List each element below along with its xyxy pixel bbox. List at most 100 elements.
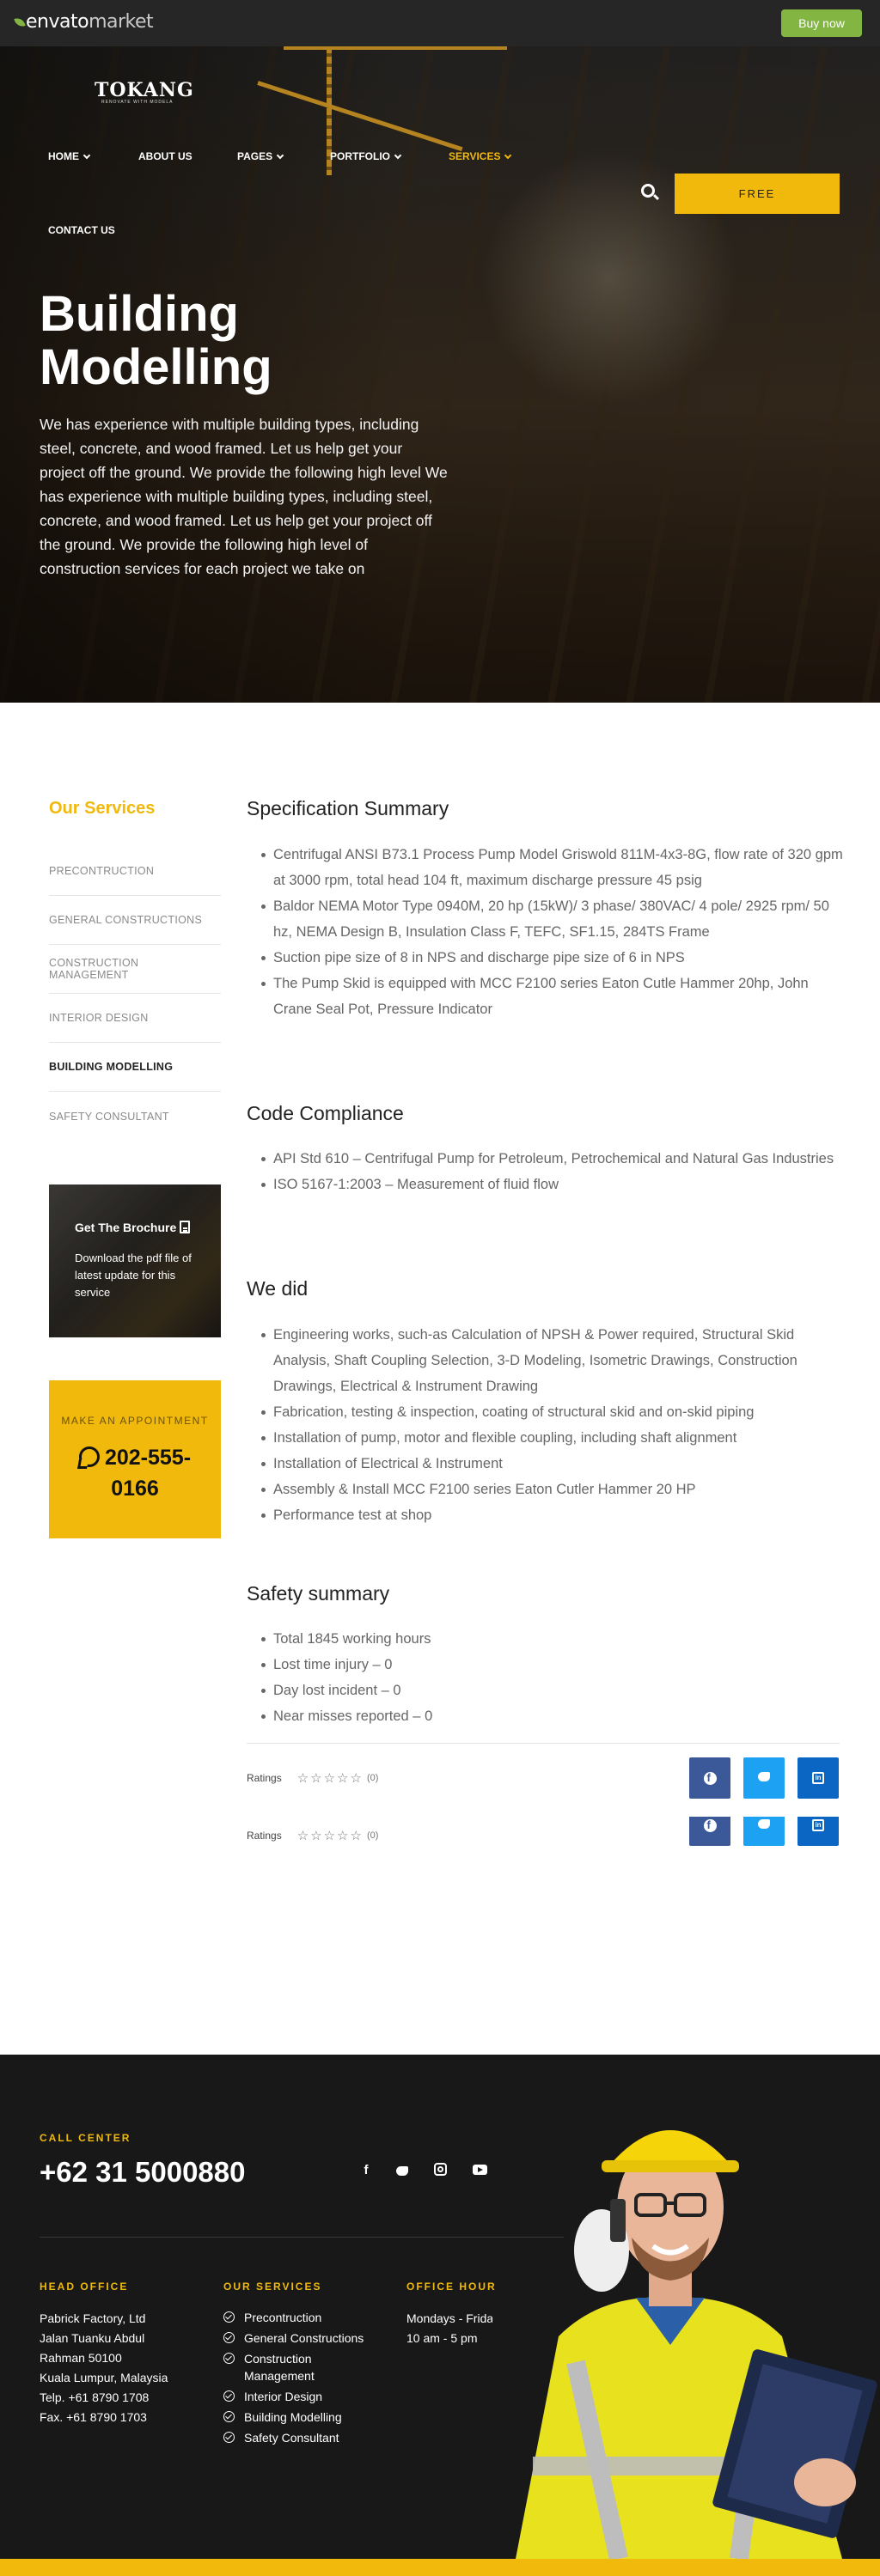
- list-item: Assembly & Install MCC F2100 series Eato…: [261, 1477, 845, 1502]
- footer-divider: [40, 2237, 564, 2238]
- share-facebook-button[interactable]: [689, 1817, 730, 1846]
- facebook-social-icon[interactable]: f: [358, 2163, 375, 2177]
- list-item: Installation of pump, motor and flexible…: [261, 1425, 845, 1451]
- list-item: Baldor NEMA Motor Type 0940M, 20 hp (15k…: [261, 893, 845, 945]
- linkedin-icon: in: [812, 1819, 824, 1832]
- share-twitter-button[interactable]: [743, 1817, 785, 1846]
- ratings-label: Ratings: [247, 1830, 282, 1842]
- footer-service-item[interactable]: Precontruction: [223, 2309, 370, 2326]
- call-center-number[interactable]: +62 31 5000880: [40, 2156, 246, 2189]
- address-line: Rahman 50100: [40, 2351, 122, 2365]
- envato-logo-text: envato: [26, 11, 89, 33]
- envato-logo[interactable]: envatomarket: [14, 11, 154, 33]
- ratings-label: Ratings: [247, 1772, 282, 1784]
- rating-count: (0): [366, 1773, 379, 1783]
- safety-summary-list: Total 1845 working hours Lost time injur…: [261, 1626, 845, 1729]
- footer-accent-strip: [0, 2559, 880, 2576]
- envato-logo-market: market: [89, 11, 154, 33]
- rating-stars[interactable]: ☆☆☆☆☆: [297, 1770, 364, 1786]
- crane-arm-graphic: [257, 81, 463, 152]
- footer-service-item[interactable]: Interior Design: [223, 2388, 370, 2405]
- document-icon: [180, 1221, 190, 1233]
- envato-bar: envatomarket Buy now: [0, 0, 880, 46]
- list-item: Fabrication, testing & inspection, coati…: [261, 1399, 845, 1425]
- address-line: Pabrick Factory, Ltd: [40, 2311, 146, 2325]
- brochure-card[interactable]: Get The Brochure Download the pdf file o…: [49, 1184, 221, 1337]
- list-item: Total 1845 working hours: [261, 1626, 845, 1652]
- share-linkedin-button[interactable]: in: [798, 1757, 839, 1799]
- office-hour-days: Mondays - Friday: [406, 2311, 492, 2325]
- sidebar-item-construction-management[interactable]: CONSTRUCTION MANAGEMENT: [49, 945, 221, 994]
- nav-item-contact-us[interactable]: CONTACT US: [48, 224, 115, 236]
- hero-description: We has experience with multiple building…: [40, 416, 448, 577]
- content-divider: [247, 1743, 840, 1744]
- sidebar-item-precontruction[interactable]: PRECONTRUCTION: [49, 847, 221, 896]
- sidebar-item-general-constructions[interactable]: GENERAL CONSTRUCTIONS: [49, 896, 221, 945]
- ratings-row-duplicate: Ratings ☆☆☆☆☆ (0): [247, 1827, 504, 1844]
- share-buttons-clipped: in: [670, 1817, 868, 1855]
- sidebar-item-building-modelling[interactable]: BUILDING MODELLING: [49, 1043, 221, 1092]
- appointment-card: MAKE AN APPOINTMENT 202-555-0166: [49, 1380, 221, 1538]
- chevron-down-icon: [504, 151, 512, 160]
- chevron-down-icon: [82, 151, 91, 160]
- share-twitter-button[interactable]: [743, 1757, 785, 1799]
- check-circle-icon: [223, 2311, 235, 2323]
- envato-leaf-icon: [14, 15, 26, 29]
- check-circle-icon: [223, 2332, 235, 2343]
- search-icon[interactable]: [641, 184, 655, 198]
- worker-illustration: [481, 2079, 880, 2559]
- share-linkedin-button[interactable]: in: [798, 1817, 839, 1846]
- office-hour-time: 10 am - 5 pm: [406, 2331, 478, 2345]
- nav-item-services[interactable]: SERVICES: [449, 150, 512, 162]
- chevron-down-icon: [276, 151, 284, 160]
- address-line: Kuala Lumpur, Malaysia: [40, 2371, 168, 2384]
- youtube-social-icon[interactable]: [473, 2165, 487, 2175]
- buy-now-button[interactable]: Buy now: [781, 9, 862, 37]
- rating-stars[interactable]: ☆☆☆☆☆: [297, 1828, 364, 1843]
- sidebar-service-list: PRECONTRUCTION GENERAL CONSTRUCTIONS CON…: [49, 847, 221, 1141]
- nav-item-about-us[interactable]: ABOUT US: [138, 150, 192, 162]
- footer-service-item[interactable]: General Constructions: [223, 2329, 370, 2347]
- check-circle-icon: [223, 2411, 235, 2422]
- site-logo[interactable]: TOKANG: [95, 79, 194, 101]
- code-compliance-list: API Std 610 – Centrifugal Pump for Petro…: [261, 1146, 845, 1197]
- nav-item-portfolio[interactable]: PORTFOLIO: [330, 150, 402, 162]
- list-item: Installation of Electrical & Instrument: [261, 1451, 845, 1477]
- section-heading-specification: Specification Summary: [247, 797, 449, 819]
- twitter-icon: [758, 1819, 770, 1829]
- instagram-social-icon[interactable]: [434, 2163, 447, 2176]
- check-circle-icon: [223, 2432, 235, 2443]
- appointment-phone[interactable]: 202-555-0166: [66, 1442, 204, 1504]
- list-item: The Pump Skid is equipped with MCC F2100…: [261, 971, 845, 1022]
- nav-item-home[interactable]: HOME: [48, 150, 91, 162]
- worker-image: [516, 2130, 877, 2559]
- list-item: Day lost incident – 0: [261, 1678, 845, 1703]
- footer-services-list: Precontruction General Constructions Con…: [223, 2309, 370, 2450]
- appointment-phone-number: 202-555-0166: [104, 1446, 192, 1501]
- sidebar-item-safety-consultant[interactable]: SAFETY CONSULTANT: [49, 1092, 221, 1141]
- sidebar-item-interior-design[interactable]: INTERIOR DESIGN: [49, 994, 221, 1043]
- section-heading-we-did: We did: [247, 1277, 309, 1300]
- whatsapp-icon: [78, 1446, 100, 1467]
- linkedin-icon: in: [812, 1772, 824, 1785]
- site-tagline: RENOVATE WITH MODELA: [101, 100, 174, 105]
- crane-beam-graphic: [284, 46, 507, 50]
- list-item: ISO 5167-1:2003 – Measurement of fluid f…: [261, 1172, 845, 1197]
- footer-service-item[interactable]: Safety Consultant: [223, 2429, 370, 2446]
- footer-service-item[interactable]: Building Modelling: [223, 2409, 370, 2426]
- brochure-title: Get The Brochure: [75, 1221, 177, 1234]
- brochure-text: Download the pdf file of latest update f…: [75, 1251, 192, 1299]
- share-facebook-button[interactable]: [689, 1757, 730, 1799]
- appointment-label: MAKE AN APPOINTMENT: [61, 1415, 209, 1427]
- list-item: Engineering works, such-as Calculation o…: [261, 1322, 845, 1399]
- footer-service-item[interactable]: Construction Management: [223, 2350, 370, 2384]
- list-item: Lost time injury – 0: [261, 1652, 845, 1678]
- nav-item-pages[interactable]: PAGES: [237, 150, 284, 162]
- address-line: Jalan Tuanku Abdul: [40, 2331, 145, 2345]
- facebook-icon: [703, 1770, 717, 1786]
- free-button[interactable]: FREE: [675, 174, 840, 214]
- twitter-social-icon[interactable]: [394, 2165, 411, 2179]
- sidebar-title: Our Services: [49, 799, 156, 818]
- section-heading-code-compliance: Code Compliance: [247, 1102, 404, 1124]
- fax-line: Fax. +61 8790 1703: [40, 2410, 147, 2424]
